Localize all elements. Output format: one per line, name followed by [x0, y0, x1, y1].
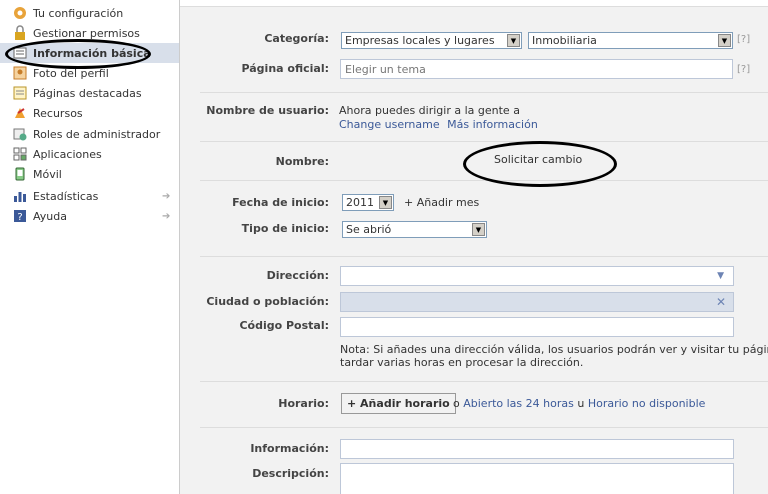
categoria-label: Categoría: — [264, 32, 329, 45]
sidebar: Tu configuración Gestionar permisos Info… — [0, 0, 179, 494]
stats-icon — [12, 188, 28, 204]
fecha-inicio-label: Fecha de inicio: — [232, 196, 329, 209]
resources-icon — [12, 105, 28, 121]
fecha-inicio-year-value: 2011 — [346, 196, 374, 209]
pagina-oficial-label: Página oficial: — [241, 62, 329, 75]
sidebar-item-label: Tu configuración — [33, 6, 124, 20]
codigo-postal-input[interactable] — [340, 317, 734, 337]
ciudad-label: Ciudad o población: — [206, 295, 329, 308]
tipo-inicio-select[interactable]: Se abrió ▼ — [342, 221, 487, 238]
categoria-select[interactable]: Empresas locales y lugares ▼ — [341, 32, 522, 49]
horario-options: o Abierto las 24 horas u Horario no disp… — [453, 397, 705, 410]
svg-text:?: ? — [17, 212, 22, 223]
sidebar-item-ayuda[interactable]: ? Ayuda ➔ — [0, 206, 179, 226]
sidebar-item-label: Móvil — [33, 167, 62, 181]
sidebar-item-label: Gestionar permisos — [33, 26, 140, 40]
sidebar-item-foto-del-perfil[interactable]: Foto del perfil — [0, 63, 179, 83]
clear-icon[interactable]: ✕ — [716, 295, 726, 309]
sidebar-item-recursos[interactable]: Recursos — [0, 103, 179, 123]
horario-label: Horario: — [278, 397, 329, 410]
settings-icon — [12, 5, 28, 21]
anadir-horario-button[interactable]: + Añadir horario — [341, 393, 456, 414]
sidebar-item-label: Ayuda — [33, 209, 67, 223]
sidebar-item-aplicaciones[interactable]: Aplicaciones — [0, 144, 179, 164]
dropdown-arrow-icon[interactable]: ▼ — [717, 271, 724, 281]
sidebar-item-gestionar-permisos[interactable]: Gestionar permisos — [0, 23, 179, 43]
info-icon — [12, 45, 28, 61]
informacion-input[interactable] — [340, 439, 734, 459]
sidebar-item-label: Páginas destacadas — [33, 86, 142, 100]
categoria-select-value: Empresas locales y lugares — [345, 34, 495, 47]
subcategoria-select-value: Inmobiliaria — [532, 34, 597, 47]
nota-line-2: tardar varias horas en procesar la direc… — [340, 356, 584, 369]
codigo-postal-label: Código Postal: — [239, 319, 329, 332]
descripcion-textarea[interactable] — [340, 463, 734, 494]
help-link[interactable]: [?] — [737, 34, 750, 45]
section-divider — [200, 427, 768, 428]
dropdown-arrow-icon: ▼ — [472, 223, 485, 236]
sidebar-item-tu-configuracion[interactable]: Tu configuración — [0, 3, 179, 23]
sidebar-item-label: Estadísticas — [33, 189, 99, 203]
sidebar-item-label: Información básica — [33, 46, 151, 60]
horario-no-disponible-link[interactable]: Horario no disponible — [588, 397, 706, 410]
apps-icon — [12, 146, 28, 162]
or-text: o — [453, 397, 460, 410]
sidebar-item-informacion-basica[interactable]: Información básica — [0, 43, 179, 63]
sidebar-item-paginas-destacadas[interactable]: Páginas destacadas — [0, 83, 179, 103]
section-divider — [200, 256, 768, 257]
informacion-label: Información: — [250, 442, 329, 455]
sidebar-item-label: Recursos — [33, 106, 83, 120]
anadir-mes-link[interactable]: + Añadir mes — [404, 196, 479, 209]
nombre-usuario-links: Change username Más información — [339, 118, 538, 131]
photo-icon — [12, 65, 28, 81]
dropdown-arrow-icon: ▼ — [379, 196, 392, 209]
change-username-link[interactable]: Change username — [339, 118, 440, 131]
fecha-inicio-year-select[interactable]: 2011 ▼ — [342, 194, 394, 211]
mobile-icon — [12, 166, 28, 182]
arrow-right-icon: ➔ — [162, 210, 171, 222]
featured-icon — [12, 85, 28, 101]
direccion-input[interactable]: ▼ — [340, 266, 734, 286]
nombre-usuario-label: Nombre de usuario: — [206, 104, 329, 117]
sidebar-item-label: Roles de administrador — [33, 127, 161, 141]
section-divider — [200, 381, 768, 382]
arrow-right-icon: ➔ — [162, 190, 171, 202]
or-text: u — [577, 397, 585, 410]
sidebar-item-roles-de-administrador[interactable]: Roles de administrador — [0, 124, 179, 144]
main-panel: Categoría: Empresas locales y lugares ▼ … — [180, 0, 768, 494]
section-divider — [200, 141, 768, 142]
nombre-usuario-text: Ahora puedes dirigir a la gente a — [339, 104, 520, 117]
help-icon: ? — [12, 208, 28, 224]
dropdown-arrow-icon: ▼ — [507, 34, 520, 47]
descripcion-label: Descripción: — [252, 467, 329, 480]
ciudad-input[interactable]: ✕ — [340, 292, 734, 312]
section-divider — [200, 180, 768, 181]
nota-line-1: Nota: Si añades una dirección válida, lo… — [340, 343, 768, 356]
sidebar-item-movil[interactable]: Móvil — [0, 164, 179, 184]
subcategoria-select[interactable]: Inmobiliaria ▼ — [528, 32, 733, 49]
sidebar-item-label: Aplicaciones — [33, 147, 102, 161]
pagina-oficial-placeholder: Elegir un tema — [345, 62, 426, 76]
abierto-24-horas-link[interactable]: Abierto las 24 horas — [463, 397, 574, 410]
dropdown-arrow-icon: ▼ — [718, 34, 731, 47]
solicitar-cambio-link[interactable]: Solicitar cambio — [494, 153, 582, 166]
tipo-inicio-label: Tipo de inicio: — [241, 222, 329, 235]
sidebar-item-label: Foto del perfil — [33, 66, 109, 80]
lock-icon — [12, 25, 28, 41]
pagina-oficial-input[interactable]: Elegir un tema — [340, 59, 733, 79]
main-top-bar — [180, 0, 768, 7]
sidebar-item-estadisticas[interactable]: Estadísticas ➔ — [0, 186, 179, 206]
tipo-inicio-value: Se abrió — [346, 223, 392, 236]
admin-roles-icon — [12, 126, 28, 142]
mas-informacion-link[interactable]: Más información — [447, 118, 538, 131]
help-link[interactable]: [?] — [737, 64, 750, 75]
section-divider — [200, 92, 768, 93]
direccion-label: Dirección: — [266, 269, 329, 282]
nombre-label: Nombre: — [275, 155, 329, 168]
